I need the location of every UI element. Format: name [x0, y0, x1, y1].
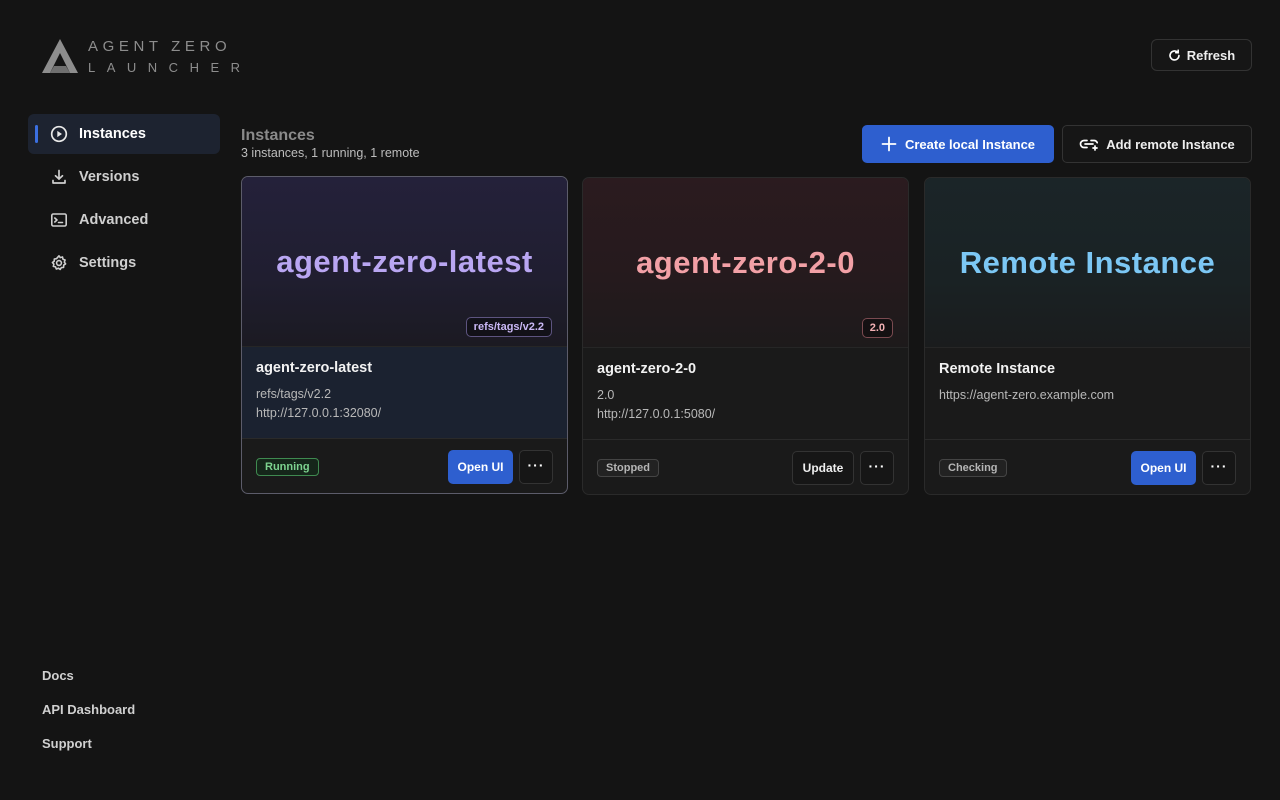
refresh-label: Refresh: [1186, 47, 1236, 63]
more-options-icon: ···: [868, 458, 886, 474]
instance-hero-title: Remote Instance: [959, 244, 1216, 280]
instance-info: Remote Instance https://agent-zero.examp…: [925, 348, 1250, 440]
status-badge: Checking: [939, 459, 1007, 477]
instance-card[interactable]: Remote Instance Remote Instance https://…: [924, 177, 1251, 495]
status-badge: Running: [256, 458, 319, 476]
refresh-icon: [1169, 48, 1180, 61]
plus-icon: [881, 136, 897, 152]
instance-name: Remote Instance: [939, 361, 1056, 377]
more-options-button[interactable]: ···: [1202, 451, 1236, 485]
instance-info: agent-zero-2-0 2.0 http://127.0.0.1:5080…: [583, 348, 908, 440]
launcher-app: AGENT ZERO LAUNCHER Refresh Instances Ve…: [0, 0, 1280, 800]
terminal-icon: [50, 213, 67, 227]
instance-url: http://127.0.0.1:32080/: [256, 406, 382, 420]
add-remote-instance-button[interactable]: Add remote Instance: [1062, 125, 1252, 163]
logo-title: AGENT ZERO: [88, 37, 232, 55]
instance-hero: agent-zero-latest refs/tags/v2.2: [242, 177, 567, 347]
instance-actions: Running Open UI ···: [242, 439, 567, 493]
sidebar-item-versions[interactable]: Versions: [28, 157, 220, 197]
instance-hero-title: agent-zero-2-0: [636, 244, 855, 280]
more-options-button[interactable]: ···: [519, 450, 553, 484]
sidebar-item-label: Settings: [79, 255, 137, 271]
more-options-icon: ···: [527, 457, 545, 473]
logo-subtitle: LAUNCHER: [88, 59, 252, 75]
sidebar-item-label: Instances: [79, 126, 146, 142]
instance-info: agent-zero-latest refs/tags/v2.2 http://…: [242, 347, 567, 439]
instance-card[interactable]: agent-zero-latest refs/tags/v2.2 agent-z…: [241, 176, 568, 494]
download-icon: [52, 169, 66, 184]
open-ui-button[interactable]: Open UI: [1131, 451, 1196, 485]
sidebar-item-instances[interactable]: Instances: [28, 114, 220, 154]
instances-summary: 3 instances, 1 running, 1 remote: [241, 146, 420, 160]
api-dashboard-link[interactable]: API Dashboard: [42, 700, 135, 734]
refresh-button[interactable]: Refresh: [1151, 39, 1252, 71]
instance-actions: Checking Open UI ···: [925, 440, 1250, 494]
instance-name: agent-zero-2-0: [597, 361, 697, 377]
create-local-instance-button[interactable]: Create local Instance: [862, 125, 1054, 163]
more-options-icon: ···: [1210, 458, 1228, 474]
instance-card[interactable]: agent-zero-2-0 2.0 agent-zero-2-0 2.0 ht…: [582, 177, 909, 495]
instance-url: http://127.0.0.1:5080/: [597, 407, 716, 421]
sidebar-item-label: Advanced: [79, 212, 149, 228]
status-badge: Stopped: [597, 459, 659, 477]
open-ui-button[interactable]: Open UI: [448, 450, 513, 484]
sidebar-item-settings[interactable]: Settings: [28, 243, 220, 283]
gear-icon: [51, 255, 67, 271]
instance-name: agent-zero-latest: [256, 360, 373, 376]
add-remote-label: Add remote Instance: [1106, 136, 1235, 152]
support-link[interactable]: Support: [42, 734, 135, 768]
create-local-label: Create local Instance: [904, 136, 1036, 152]
docs-link[interactable]: Docs: [42, 666, 135, 700]
instance-url: https://agent-zero.example.com: [939, 388, 1115, 402]
version-tag-badge: refs/tags/v2.2: [465, 317, 552, 337]
instance-version: 2.0: [597, 388, 615, 402]
app-logo: AGENT ZERO LAUNCHER: [41, 38, 252, 74]
instance-hero: agent-zero-2-0 2.0: [583, 178, 908, 348]
sidebar-footer: Docs API Dashboard Support: [42, 666, 135, 768]
sidebar-item-advanced[interactable]: Advanced: [28, 200, 220, 240]
sidebar-item-label: Versions: [79, 169, 140, 185]
more-options-button[interactable]: ···: [860, 451, 894, 485]
instance-version: refs/tags/v2.2: [256, 387, 332, 401]
instance-actions: Stopped Update ···: [583, 440, 908, 494]
link-plus-icon: [1079, 139, 1099, 151]
page-title: Instances: [241, 127, 315, 144]
update-button[interactable]: Update: [792, 451, 854, 485]
sidebar-nav: Instances Versions Advanced Settings: [28, 114, 220, 286]
agent-zero-logo-icon: [42, 39, 78, 73]
instance-hero-title: agent-zero-latest: [276, 243, 533, 279]
instance-hero: Remote Instance: [925, 178, 1250, 348]
play-circle-icon: [50, 125, 68, 143]
version-tag-badge: 2.0: [861, 318, 893, 338]
